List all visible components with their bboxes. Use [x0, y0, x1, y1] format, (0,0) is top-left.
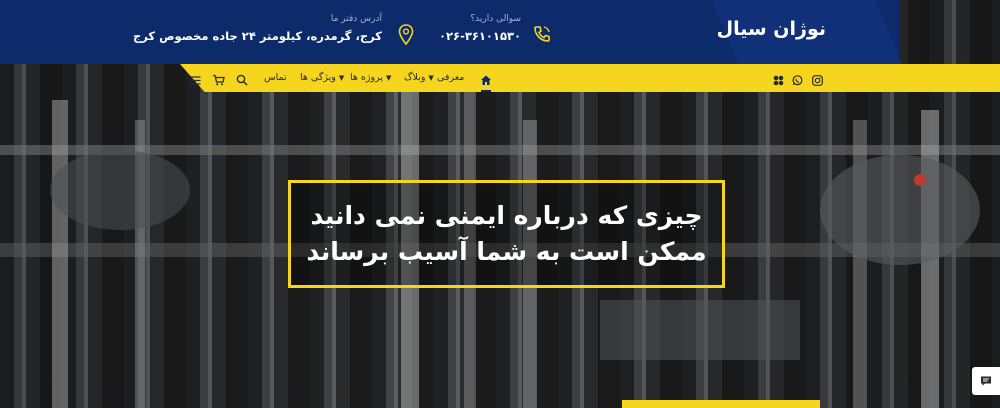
menu-icon[interactable]: [190, 71, 201, 90]
home-icon[interactable]: [480, 71, 492, 90]
address-info: آدرس دفتر ما کرج، گرمدره، کیلومتر ۲۴ جاد…: [133, 14, 382, 43]
brand-logo-text[interactable]: نوژان سیال: [717, 18, 826, 40]
phone-number[interactable]: ۰۲۶-۳۶۱۰۱۵۳۰: [439, 29, 521, 43]
chevron-down-icon: ▼: [428, 73, 434, 82]
chat-icon: [980, 372, 992, 391]
top-bar: نوژان سیال سوالی دارید؟ ۰۲۶-۳۶۱۰۱۵۳۰ آدر…: [0, 0, 1000, 64]
phone-icon: [532, 24, 552, 48]
section-accent-strip: [622, 400, 820, 408]
nav-item-label: تماس: [264, 72, 287, 83]
instagram-icon[interactable]: [812, 71, 823, 90]
chevron-down-icon: ▼: [385, 73, 392, 82]
nav-item-label: پروژه ها: [350, 72, 383, 83]
hero-headline-line-2: ممکن است به شما آسیب برساند: [306, 237, 707, 266]
nav-item-label: وبلاگ: [404, 72, 426, 83]
hero-headline-box: چیزی که درباره ایمنی نمی دانید ممکن است …: [288, 180, 725, 288]
address-text: کرج، گرمدره، کیلومتر ۲۴ جاده مخصوص کرج: [132, 29, 382, 43]
phone-label: سوالی دارید؟: [470, 14, 521, 24]
hero-headline-line-1: چیزی که درباره ایمنی نمی دانید: [310, 201, 703, 230]
nav-item-blog[interactable]: ▼ وبلاگ: [404, 72, 434, 83]
whatsapp-icon[interactable]: [792, 71, 803, 90]
nav-item-about[interactable]: معرفی: [437, 72, 464, 83]
nav-item-features[interactable]: ▼ ویژگی ها: [300, 72, 344, 83]
cart-icon[interactable]: [212, 71, 225, 90]
phone-info: سوالی دارید؟ ۰۲۶-۳۶۱۰۱۵۳۰: [439, 14, 521, 43]
chat-button[interactable]: [972, 367, 1000, 395]
nav-item-label: معرفی: [437, 72, 465, 83]
nav-item-label: ویژگی ها: [300, 72, 336, 83]
aparat-icon[interactable]: [773, 71, 784, 90]
address-label: آدرس دفتر ما: [330, 14, 382, 24]
chevron-down-icon: ▼: [338, 73, 345, 82]
search-icon[interactable]: [236, 71, 248, 90]
nav-active-indicator: [481, 90, 491, 92]
location-pin-icon: [398, 24, 414, 50]
nav-item-contact[interactable]: تماس: [264, 72, 287, 83]
nav-item-projects[interactable]: ▼ پروژه ها: [350, 72, 391, 83]
